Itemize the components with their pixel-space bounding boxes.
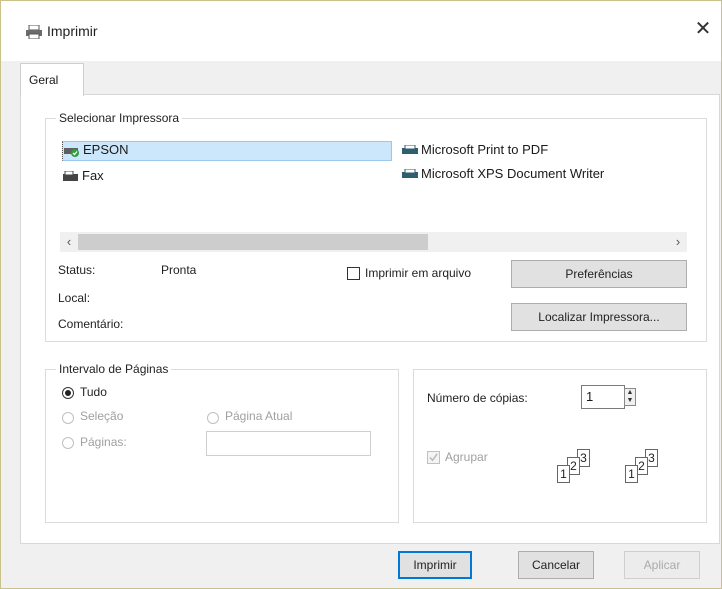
find-printer-button[interactable]: Localizar Impressora... bbox=[511, 303, 687, 331]
scroll-right-icon[interactable]: › bbox=[671, 234, 685, 250]
printer-icon bbox=[402, 144, 418, 154]
location-label: Local: bbox=[58, 291, 91, 305]
page-range-group-label: Intervalo de Páginas bbox=[56, 362, 172, 376]
scrollbar-thumb[interactable] bbox=[78, 234, 428, 250]
spinner-down-icon[interactable]: ▼ bbox=[625, 397, 635, 405]
pages-input[interactable] bbox=[206, 431, 371, 456]
all-pages-label[interactable]: Tudo bbox=[80, 385, 107, 399]
selection-radio[interactable] bbox=[62, 412, 74, 424]
printer-icon bbox=[402, 168, 418, 178]
collate-page-1: 1 bbox=[557, 465, 570, 483]
preferences-button[interactable]: Preferências bbox=[511, 260, 687, 288]
apply-button[interactable]: Aplicar bbox=[624, 551, 700, 579]
title-bar: Imprimir ✕ bbox=[1, 1, 721, 61]
comment-label: Comentário: bbox=[58, 317, 124, 331]
print-to-file-label[interactable]: Imprimir em arquivo bbox=[365, 266, 471, 280]
scroll-left-icon[interactable]: ‹ bbox=[62, 234, 76, 250]
cancel-button[interactable]: Cancelar bbox=[518, 551, 594, 579]
printer-item-microsoft-xps-document-writer[interactable]: Microsoft XPS Document Writer bbox=[401, 166, 604, 184]
close-icon: ✕ bbox=[694, 18, 712, 40]
check-icon bbox=[429, 453, 438, 462]
printer-list-scrollbar[interactable]: ‹ › bbox=[60, 232, 687, 252]
current-page-radio[interactable] bbox=[207, 412, 219, 424]
copies-spinner[interactable]: ▲ ▼ bbox=[624, 388, 636, 406]
copies-input[interactable]: 1 bbox=[581, 385, 625, 409]
current-page-label[interactable]: Página Atual bbox=[225, 409, 292, 423]
collate-page-1: 1 bbox=[625, 465, 638, 483]
print-dialog: Imprimir ✕ Geral Selecionar Impressora E… bbox=[0, 0, 722, 589]
fax-icon bbox=[63, 170, 78, 181]
printer-item-epson[interactable]: EPSON bbox=[62, 141, 392, 161]
printer-item-fax[interactable]: Fax bbox=[62, 168, 104, 186]
close-button[interactable]: ✕ bbox=[691, 15, 715, 43]
select-printer-group-label: Selecionar Impressora bbox=[56, 111, 183, 125]
printer-default-icon bbox=[64, 147, 79, 157]
tab-label: Geral bbox=[29, 73, 59, 87]
tab-geral[interactable]: Geral bbox=[20, 63, 84, 96]
selection-label[interactable]: Seleção bbox=[80, 409, 123, 423]
pages-radio[interactable] bbox=[62, 437, 74, 449]
print-to-file-checkbox[interactable] bbox=[347, 267, 360, 280]
pages-label[interactable]: Páginas: bbox=[80, 435, 127, 449]
status-label: Status: bbox=[58, 263, 96, 277]
all-pages-radio[interactable] bbox=[62, 387, 74, 399]
spinner-up-icon[interactable]: ▲ bbox=[625, 389, 635, 397]
collate-checkbox[interactable] bbox=[427, 451, 440, 464]
copies-label: Número de cópias: bbox=[427, 391, 528, 405]
printer-icon bbox=[26, 25, 42, 39]
print-button[interactable]: Imprimir bbox=[398, 551, 472, 579]
printer-item-microsoft-print-to-pdf[interactable]: Microsoft Print to PDF bbox=[401, 142, 548, 160]
collate-label[interactable]: Agrupar bbox=[445, 450, 488, 464]
status-value: Pronta bbox=[161, 263, 197, 277]
window-title: Imprimir bbox=[47, 23, 98, 39]
